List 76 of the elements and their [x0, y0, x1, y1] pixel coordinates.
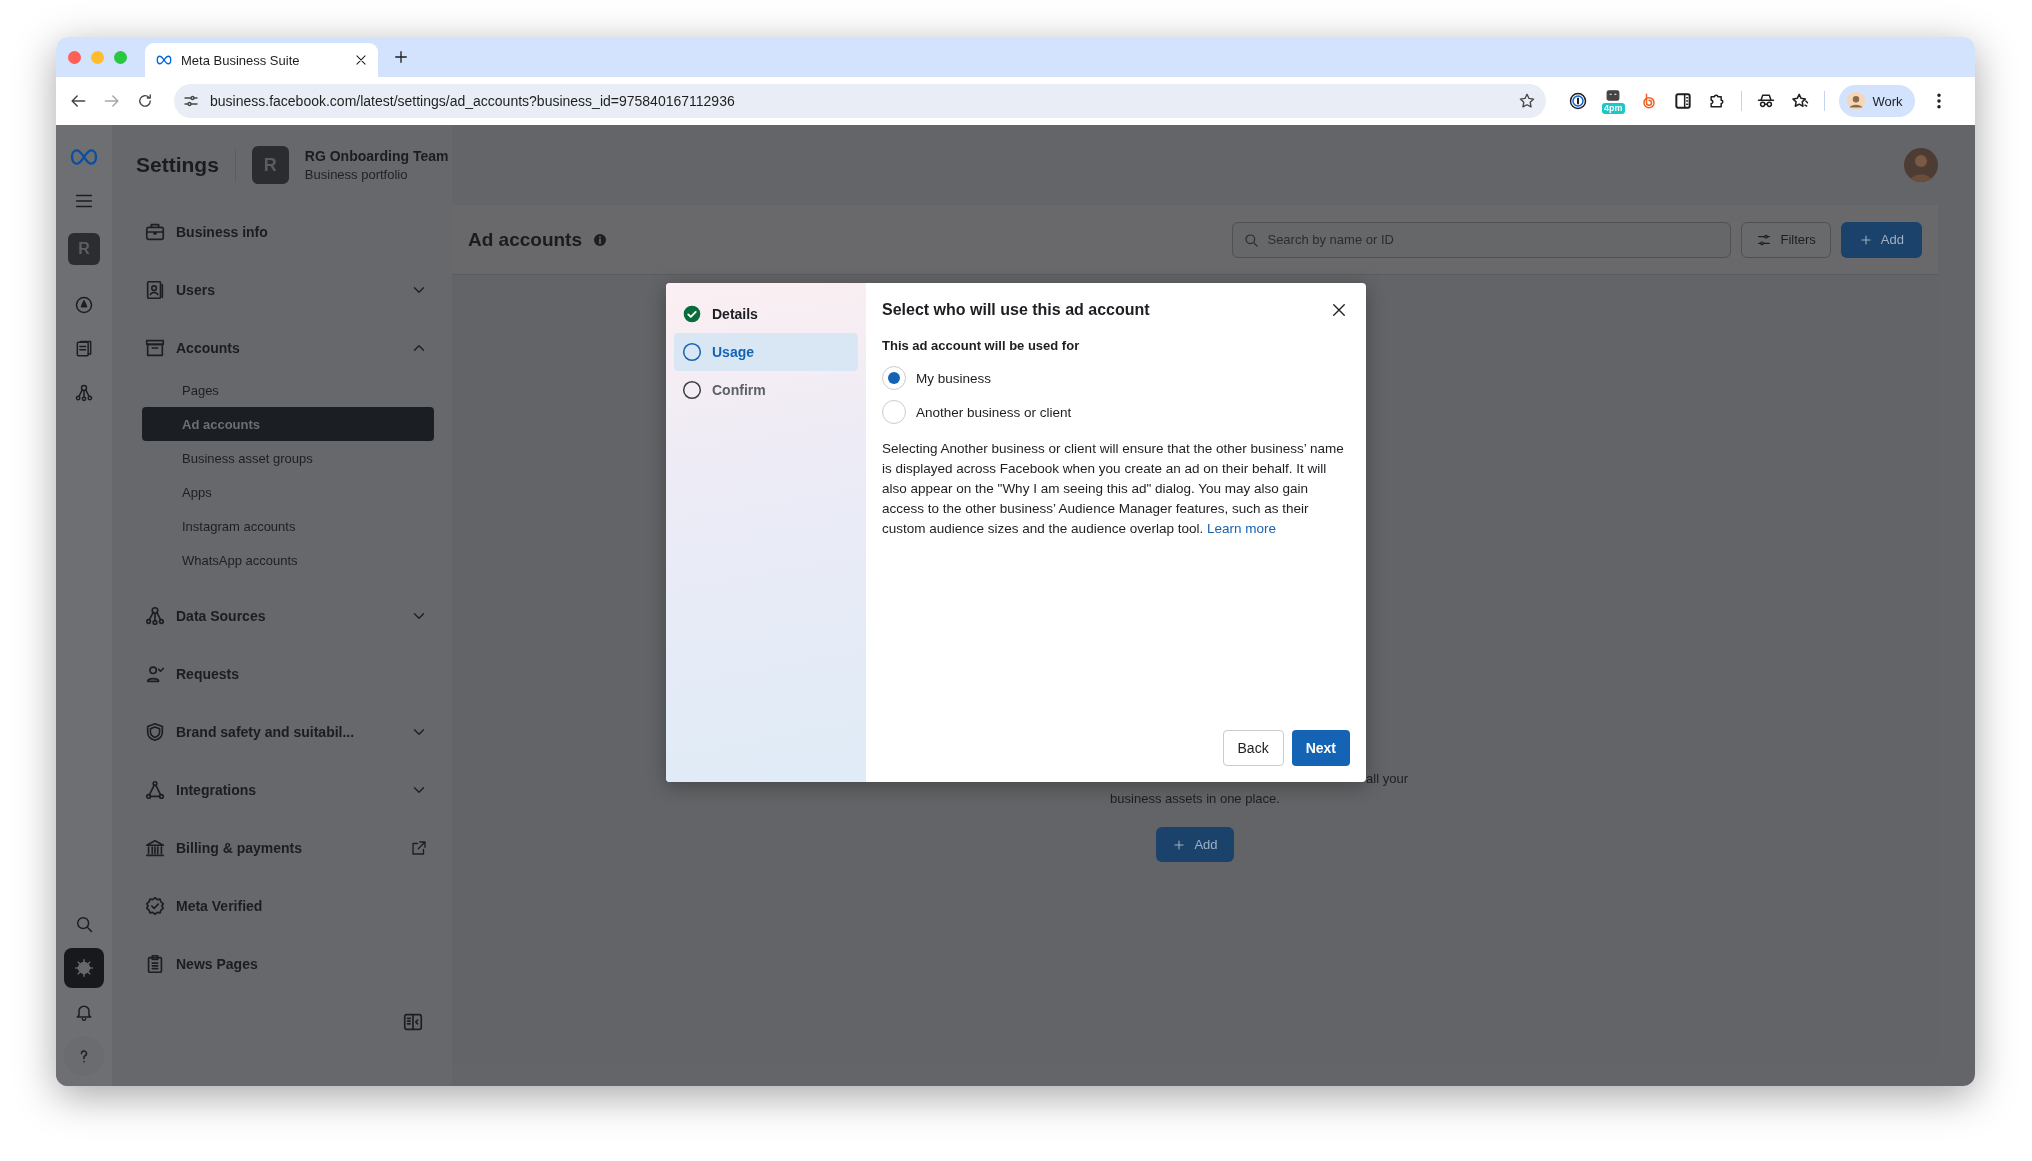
- search-icon[interactable]: [74, 914, 94, 934]
- sidebar-subitem[interactable]: Business asset groups: [142, 441, 434, 475]
- tab-title: Meta Business Suite: [181, 52, 301, 68]
- id-badge-icon: [144, 279, 166, 301]
- user-avatar[interactable]: [1904, 148, 1938, 182]
- page-title: Settings: [136, 153, 219, 177]
- reload-icon[interactable]: [136, 92, 154, 110]
- archive-icon: [144, 337, 166, 359]
- bank-icon: [144, 837, 166, 859]
- external-link-icon[interactable]: [410, 839, 428, 857]
- network-icon: [144, 605, 166, 627]
- time-badge: 4pm: [1602, 102, 1625, 114]
- sidebar-subitem[interactable]: Pages: [142, 373, 434, 407]
- url-text: business.facebook.com/latest/settings/ad_accounts?business_id=975840167112936: [210, 93, 736, 109]
- option-label[interactable]: My business: [916, 370, 992, 386]
- settings-icon[interactable]: [74, 958, 94, 978]
- search-icon: [1243, 231, 1260, 248]
- browser-tab[interactable]: Meta Business Suite: [145, 43, 378, 77]
- profile-chip[interactable]: Work: [1838, 85, 1915, 117]
- address-bar[interactable]: business.facebook.com/latest/settings/ad_accounts?business_id=975840167112936: [174, 84, 1546, 118]
- learn-more-link[interactable]: Learn more: [1206, 521, 1276, 536]
- collapse-sidebar-icon[interactable]: [402, 1011, 424, 1033]
- add-button[interactable]: Add: [1840, 221, 1922, 258]
- sidebar-subitem[interactable]: Instagram accounts: [142, 509, 434, 543]
- sidebar-item[interactable]: Data Sources: [144, 589, 428, 643]
- info-icon[interactable]: [592, 231, 609, 248]
- plus-icon: [1172, 837, 1187, 852]
- filters-button[interactable]: Filters: [1741, 221, 1831, 258]
- compass-icon[interactable]: [74, 295, 94, 315]
- new-tab-icon[interactable]: [392, 48, 410, 66]
- description-text: Selecting Another business or client will ensure that the other business’ name is displayed across Facebook when you create an ad on their behalf. It will also appear on the "Why I am seeing this ad" dialog. You may also gain access to the other business’ Audience Manager features, such as their custom audience sizes and the audience overlap tool. Learn more: [882, 440, 1345, 538]
- person-check-icon: [144, 663, 166, 685]
- sidebar-item[interactable]: Integrations: [144, 763, 428, 817]
- nodes-icon: [144, 779, 166, 801]
- radio-button[interactable]: [882, 366, 906, 390]
- bookmark-star-icon[interactable]: [1518, 92, 1536, 110]
- sidebar-item[interactable]: News Pages: [144, 937, 428, 991]
- business-subtitle: Business portfolio: [304, 167, 409, 182]
- plus-icon: [1858, 232, 1873, 247]
- empty-state-text: all your: [1366, 770, 1408, 788]
- sidebar-item[interactable]: Accounts: [144, 321, 428, 375]
- business-name[interactable]: RG Onboarding Team: [304, 148, 449, 164]
- pages-icon[interactable]: [74, 339, 94, 359]
- sidebar-item[interactable]: Requests: [144, 647, 428, 701]
- reader-icon[interactable]: [1672, 91, 1693, 111]
- sidebar-subitem[interactable]: Apps: [142, 475, 434, 509]
- sidebar-item[interactable]: Meta Verified: [144, 879, 428, 933]
- profile-name: Work: [1872, 93, 1903, 109]
- sidebar-item[interactable]: Billing & payments: [144, 821, 428, 875]
- close-tab-icon[interactable]: [354, 53, 368, 67]
- back-button[interactable]: Back: [1222, 730, 1284, 766]
- radio-button[interactable]: [882, 400, 906, 424]
- password-manager-icon[interactable]: [1568, 91, 1588, 111]
- close-window-button[interactable]: [68, 50, 81, 64]
- step-item[interactable]: Confirm: [674, 371, 858, 409]
- verified-badge-icon: [144, 895, 166, 917]
- sidebar-item[interactable]: Brand safety and suitabil...: [144, 705, 428, 759]
- profile-avatar-icon: [1844, 90, 1867, 112]
- add-button[interactable]: Add: [1156, 827, 1234, 862]
- question-label: This ad account will be used for: [882, 338, 1081, 353]
- step-item[interactable]: Usage: [674, 333, 858, 371]
- dialog-title: Select who will use this ad account: [882, 301, 1150, 319]
- sidebar-item[interactable]: Users: [144, 263, 428, 317]
- empty-state-text: business assets in one place.: [1110, 790, 1280, 808]
- sidebar-subitem[interactable]: WhatsApp accounts: [142, 543, 434, 577]
- next-button[interactable]: Next: [1291, 730, 1350, 766]
- shield-icon: [144, 721, 166, 743]
- network-icon[interactable]: [74, 383, 94, 403]
- search-field[interactable]: Search by name or ID: [1232, 221, 1732, 258]
- close-icon: [1330, 301, 1348, 319]
- briefcase-icon: [144, 221, 166, 243]
- sidebar-subitem[interactable]: Ad accounts: [142, 407, 434, 441]
- sidebar-item[interactable]: Business info: [144, 205, 428, 259]
- step-item[interactable]: Details: [674, 295, 858, 333]
- section-title: Ad accounts: [468, 228, 583, 251]
- option-label[interactable]: Another business or client: [916, 404, 1072, 420]
